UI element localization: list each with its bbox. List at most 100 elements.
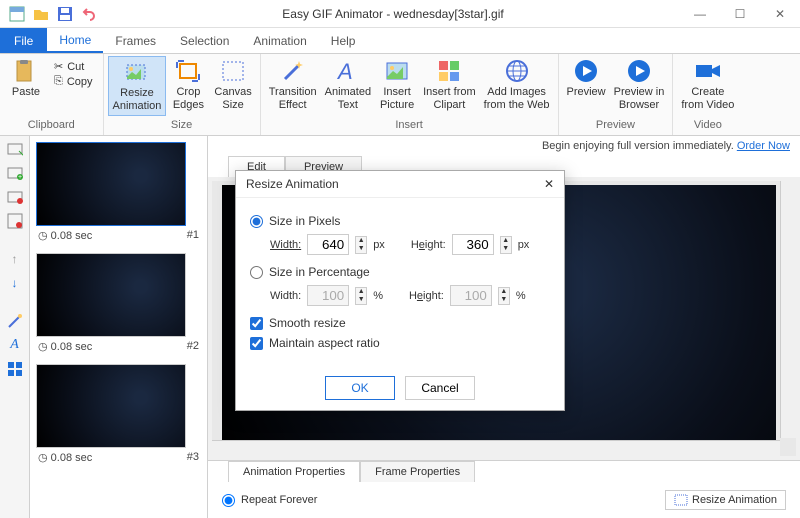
preview-button[interactable]: Preview — [563, 56, 610, 101]
smooth-resize-checkbox[interactable] — [250, 317, 263, 330]
tab-frames[interactable]: Frames — [103, 28, 168, 53]
frame-thumb[interactable]: ◷ 0.08 sec#2 — [36, 253, 201, 356]
tool-icon[interactable] — [6, 140, 24, 158]
height-px-input[interactable] — [452, 234, 494, 255]
wand-icon — [277, 58, 309, 84]
maximize-button[interactable]: ☐ — [720, 0, 760, 28]
frame-thumb[interactable]: ◷ 0.08 sec #3 — [36, 364, 201, 467]
add-images-web-button[interactable]: Add Images from the Web — [480, 56, 554, 114]
group-preview: Preview Preview in Browser Preview — [559, 54, 674, 135]
titlebar: Easy GIF Animator - wednesday[3star].gif… — [0, 0, 800, 28]
left-toolbar: + ↑ ↓ A — [0, 136, 30, 518]
save-icon[interactable] — [56, 5, 74, 23]
tool-icon[interactable]: + — [6, 164, 24, 182]
group-insert: Transition Effect AAnimated Text Insert … — [261, 54, 559, 135]
frame-index: #3 — [187, 451, 199, 464]
height-pct-input — [450, 285, 492, 306]
transition-effect-button[interactable]: Transition Effect — [265, 56, 321, 114]
promo-bar: Begin enjoying full version immediately.… — [208, 136, 800, 156]
wand-icon[interactable] — [6, 312, 24, 330]
insert-clipart-button[interactable]: Insert from Clipart — [419, 56, 480, 114]
canvas-icon — [217, 58, 249, 84]
scrollbar-vertical[interactable] — [780, 181, 796, 438]
tab-help[interactable]: Help — [319, 28, 368, 53]
quick-access-toolbar — [0, 5, 106, 23]
maintain-aspect-checkbox[interactable] — [250, 337, 263, 350]
menubar: File Home Frames Selection Animation Hel… — [0, 28, 800, 54]
undo-icon[interactable] — [80, 5, 98, 23]
clock-icon: ◷ 0.08 sec — [38, 451, 92, 464]
crop-edges-button[interactable]: Crop Edges — [166, 56, 210, 114]
width-px-input[interactable] — [307, 234, 349, 255]
frame-index: #1 — [187, 229, 199, 242]
cut-button[interactable]: ✂Cut — [54, 60, 93, 73]
group-size: Resize Animation Crop Edges Canvas Size … — [104, 54, 261, 135]
bottom-tabs: Animation Properties Frame Properties — [208, 460, 800, 482]
animation-properties-tab[interactable]: Animation Properties — [228, 461, 360, 482]
frame-image — [36, 364, 186, 448]
open-icon[interactable] — [32, 5, 50, 23]
ribbon: Paste ✂Cut ⎘Copy Clipboard Resize Animat… — [0, 54, 800, 136]
resize-animation-small-button[interactable]: Resize Animation — [665, 490, 786, 510]
height-pct-spinner: ▲▼ — [498, 287, 510, 305]
dialog-close-button[interactable]: ✕ — [544, 177, 554, 191]
file-menu[interactable]: File — [0, 28, 47, 53]
group-label: Preview — [563, 117, 669, 133]
tab-selection[interactable]: Selection — [168, 28, 241, 53]
text-icon[interactable]: A — [6, 336, 24, 354]
preview-browser-button[interactable]: Preview in Browser — [610, 56, 669, 114]
app-icon — [8, 5, 26, 23]
repeat-forever-radio[interactable] — [222, 494, 235, 507]
width-pct-input — [307, 285, 349, 306]
resize-icon — [674, 494, 688, 506]
size-percent-radio[interactable] — [250, 266, 263, 279]
create-from-video-button[interactable]: Create from Video — [677, 56, 738, 114]
scrollbar-horizontal[interactable] — [212, 440, 780, 456]
ok-button[interactable]: OK — [325, 376, 395, 400]
play-browser-icon — [623, 58, 655, 84]
group-clipboard: Paste ✂Cut ⎘Copy Clipboard — [0, 54, 104, 135]
frame-thumb[interactable]: ◷ 0.08 sec#1 — [36, 142, 201, 245]
clipart-icon — [433, 58, 465, 84]
animated-text-button[interactable]: AAnimated Text — [321, 56, 375, 114]
up-arrow-icon[interactable]: ↑ — [6, 250, 24, 268]
group-video: Create from Video Video — [673, 54, 742, 135]
repeat-forever-label: Repeat Forever — [241, 494, 317, 506]
resize-animation-button[interactable]: Resize Animation — [108, 56, 167, 116]
frame-image — [36, 253, 186, 337]
group-label: Clipboard — [4, 117, 99, 133]
width-spinner[interactable]: ▲▼ — [355, 236, 367, 254]
tab-animation[interactable]: Animation — [241, 28, 318, 53]
tool-icon[interactable] — [6, 188, 24, 206]
order-now-link[interactable]: Order Now — [737, 140, 790, 152]
canvas-size-button[interactable]: Canvas Size — [210, 56, 255, 114]
height-label: Height: — [411, 239, 446, 251]
play-icon — [570, 58, 602, 84]
width-label: Width: — [270, 239, 301, 251]
window-controls: — ☐ ✕ — [680, 0, 800, 28]
group-label: Video — [677, 117, 738, 133]
height-spinner[interactable]: ▲▼ — [500, 236, 512, 254]
tool-icon[interactable] — [6, 212, 24, 230]
dialog-title: Resize Animation — [246, 177, 339, 191]
paste-button[interactable]: Paste — [4, 56, 48, 101]
smooth-resize-label: Smooth resize — [269, 316, 346, 330]
size-pixels-radio[interactable] — [250, 215, 263, 228]
cancel-button[interactable]: Cancel — [405, 376, 475, 400]
size-percent-label: Size in Percentage — [269, 265, 370, 279]
down-arrow-icon[interactable]: ↓ — [6, 274, 24, 292]
width-pct-spinner: ▲▼ — [355, 287, 367, 305]
paste-icon — [10, 58, 42, 84]
frame-properties-tab[interactable]: Frame Properties — [360, 461, 475, 482]
window-title: Easy GIF Animator - wednesday[3star].gif — [106, 7, 680, 21]
copy-button[interactable]: ⎘Copy — [54, 75, 93, 88]
tab-home[interactable]: Home — [47, 28, 103, 53]
minimize-button[interactable]: — — [680, 0, 720, 28]
close-button[interactable]: ✕ — [760, 0, 800, 28]
grid-icon[interactable] — [6, 360, 24, 378]
svg-text:+: + — [18, 174, 22, 181]
globe-icon — [501, 58, 533, 84]
picture-icon — [381, 58, 413, 84]
insert-picture-button[interactable]: Insert Picture — [375, 56, 419, 114]
video-icon — [692, 58, 724, 84]
